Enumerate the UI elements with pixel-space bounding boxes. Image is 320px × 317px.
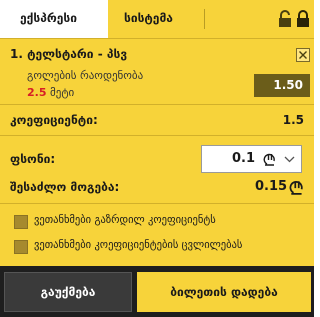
selection-outcome: 2.5 მეტი	[27, 86, 74, 99]
selection-number: 1.	[10, 47, 23, 61]
place-bet-button[interactable]: ბილეთის დადება	[137, 272, 311, 312]
lari-currency-icon	[263, 153, 275, 166]
coefficient-label: კოეფიციენტი:	[10, 113, 98, 127]
selection-line: 2.5	[27, 86, 47, 99]
divider	[0, 104, 314, 105]
tab-express-label[interactable]: ექსპრესი	[20, 11, 77, 25]
possible-win-value: 0.15	[255, 179, 288, 194]
tab-divider	[204, 9, 205, 29]
stake-value[interactable]: 0.1	[232, 151, 255, 166]
selection-odds: 1.50	[254, 74, 310, 97]
divider	[0, 38, 314, 39]
agree-odds-change-label[interactable]: ვეთანხმები კოეფიციენტების ცვლილებას	[34, 239, 242, 251]
agree-higher-odds-checkbox[interactable]	[14, 215, 28, 229]
divider	[0, 203, 314, 204]
selection-event: ტელსტარი - პსვ	[27, 47, 128, 61]
coefficient-value: 1.5	[282, 113, 304, 127]
possible-win-label: შესაძლო მოგება:	[10, 180, 120, 194]
selection-outcome-label: მეტი	[50, 86, 75, 99]
stake-label: ფსონი:	[10, 152, 56, 166]
tab-system-label[interactable]: სისტემა	[124, 11, 173, 25]
selection-market: გოლების რაოდენობა	[27, 69, 144, 82]
divider	[0, 135, 314, 136]
bet-type-tabs: ექსპრესი სისტემა	[0, 0, 314, 38]
stake-input[interactable]: 0.1	[201, 145, 302, 173]
cancel-button[interactable]: გაუქმება	[4, 272, 132, 312]
close-icon[interactable]	[296, 48, 310, 62]
agree-higher-odds-label[interactable]: ვეთანხმები გაზრდილ კოეფიციენტს	[34, 214, 216, 226]
lari-currency-icon	[289, 181, 303, 195]
selection-title: 1. ტელსტარი - პსვ	[10, 47, 127, 61]
agree-odds-change-checkbox[interactable]	[14, 240, 28, 254]
bet-slip-panel: ექსპრესი სისტემა 1. ტელსტარი - პსვ გოლებ…	[0, 0, 314, 317]
chevron-down-icon[interactable]	[284, 155, 295, 163]
lock-icon[interactable]	[296, 10, 310, 28]
unlock-icon[interactable]	[278, 10, 292, 28]
